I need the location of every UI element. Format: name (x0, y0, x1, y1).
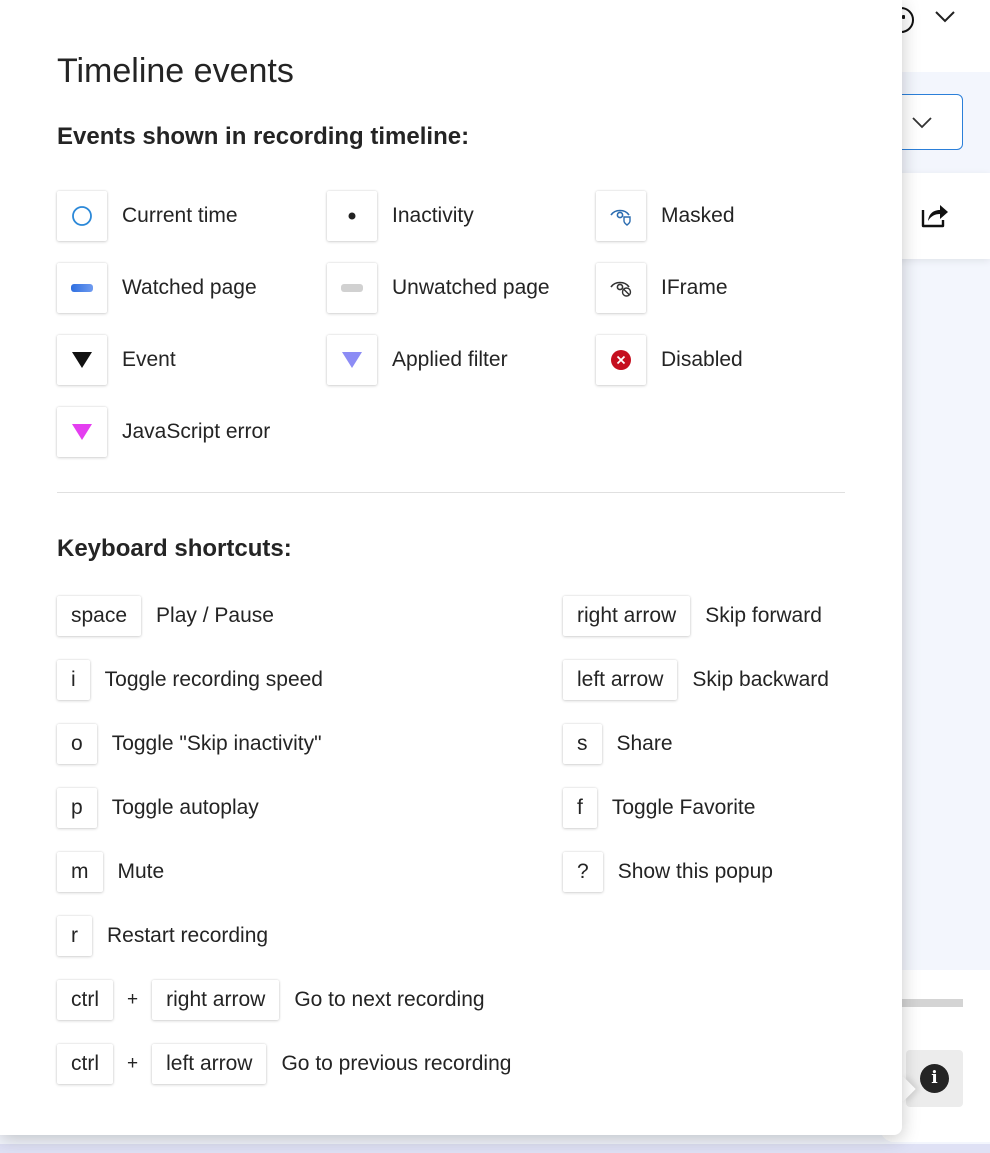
shortcut-mute: m Mute (57, 852, 164, 892)
watched-page-bar-icon (71, 284, 93, 292)
shortcut-label: Share (616, 732, 673, 755)
chevron-down-icon (912, 117, 932, 129)
shortcut-toggle-speed: i Toggle recording speed (57, 660, 323, 700)
timeline-events-popup: Timeline events Events shown in recordin… (0, 0, 902, 1135)
popup-title: Timeline events (57, 52, 294, 90)
shortcut-label: Toggle recording speed (104, 668, 323, 691)
share-icon[interactable] (920, 201, 950, 229)
key-question: ? (563, 852, 603, 892)
shortcut-favorite: f Toggle Favorite (563, 788, 755, 828)
event-item-iframe: IFrame (596, 263, 728, 313)
key-s: s (563, 724, 602, 764)
event-item-javascript-error: JavaScript error (57, 407, 270, 457)
event-label: Watched page (122, 276, 257, 299)
key-ctrl: ctrl (57, 980, 113, 1020)
shortcut-show-popup: ? Show this popup (563, 852, 773, 892)
event-label: Disabled (661, 348, 743, 371)
key-i: i (57, 660, 90, 700)
masked-eye-icon (610, 209, 631, 226)
shortcut-label: Show this popup (617, 860, 773, 883)
shortcut-label: Mute (117, 860, 165, 883)
shortcut-label: Restart recording (107, 924, 269, 947)
shortcut-next-recording: ctrl + right arrow Go to next recording (57, 980, 485, 1020)
key-o: o (57, 724, 97, 764)
event-label: Current time (122, 204, 238, 227)
iframe-eye-icon (610, 281, 632, 297)
key-left-arrow: left arrow (563, 660, 678, 700)
key-p: p (57, 788, 97, 828)
event-label: Unwatched page (392, 276, 550, 299)
key-m: m (57, 852, 103, 892)
event-label: Inactivity (392, 204, 474, 227)
shortcuts-heading: Keyboard shortcuts: (57, 535, 292, 562)
shortcut-label: Go to previous recording (281, 1052, 512, 1075)
event-triangle-icon (72, 352, 92, 368)
key-space: space (57, 596, 142, 636)
key-left-arrow: left arrow (152, 1044, 267, 1084)
event-item-unwatched-page: Unwatched page (327, 263, 550, 313)
shortcut-skip-forward: right arrow Skip forward (563, 596, 822, 636)
event-item-applied-filter: Applied filter (327, 335, 508, 385)
shortcut-play-pause: space Play / Pause (57, 596, 274, 636)
shortcut-skip-inactivity: o Toggle "Skip inactivity" (57, 724, 322, 764)
shortcut-autoplay: p Toggle autoplay (57, 788, 259, 828)
key-ctrl: ctrl (57, 1044, 113, 1084)
applied-filter-triangle-icon (342, 352, 362, 368)
section-divider (57, 492, 845, 493)
event-label: Applied filter (392, 348, 508, 371)
shortcut-skip-backward: left arrow Skip backward (563, 660, 829, 700)
event-label: JavaScript error (122, 420, 271, 443)
event-item-masked: Masked (596, 191, 735, 241)
unwatched-page-bar-icon (341, 284, 363, 292)
shortcut-label: Toggle Favorite (611, 796, 756, 819)
progress-bar[interactable] (900, 999, 963, 1007)
disabled-x-icon (611, 350, 631, 370)
current-time-ring-icon (72, 206, 92, 226)
shortcut-previous-recording: ctrl + left arrow Go to previous recordi… (57, 1044, 511, 1084)
info-icon: i (920, 1064, 949, 1093)
shortcut-restart: r Restart recording (57, 916, 268, 956)
event-item-disabled: Disabled (596, 335, 743, 385)
event-label: Event (122, 348, 176, 371)
chevron-down-icon[interactable] (934, 6, 956, 28)
event-item-current-time: Current time (57, 191, 238, 241)
shortcut-label: Skip backward (692, 668, 829, 691)
app-bottom-strip (0, 1144, 990, 1153)
javascript-error-triangle-icon (72, 424, 92, 440)
shortcut-label: Go to next recording (294, 988, 485, 1011)
key-r: r (57, 916, 92, 956)
shortcut-label: Play / Pause (156, 604, 274, 627)
shortcut-label: Skip forward (705, 604, 822, 627)
key-right-arrow: right arrow (563, 596, 691, 636)
key-f: f (563, 788, 597, 828)
event-item-inactivity: Inactivity (327, 191, 474, 241)
event-item-event: Event (57, 335, 176, 385)
shortcut-label: Toggle autoplay (111, 796, 259, 819)
key-plus: + (127, 989, 139, 1010)
event-label: IFrame (661, 276, 728, 299)
inactivity-dot-icon (348, 212, 356, 220)
key-plus: + (127, 1053, 139, 1074)
events-heading: Events shown in recording timeline: (57, 123, 470, 150)
event-label: Masked (661, 204, 735, 227)
shortcut-share: s Share (563, 724, 673, 764)
event-item-watched-page: Watched page (57, 263, 257, 313)
key-right-arrow: right arrow (152, 980, 280, 1020)
shortcut-label: Toggle "Skip inactivity" (111, 732, 322, 755)
info-button[interactable]: i (906, 1050, 963, 1107)
